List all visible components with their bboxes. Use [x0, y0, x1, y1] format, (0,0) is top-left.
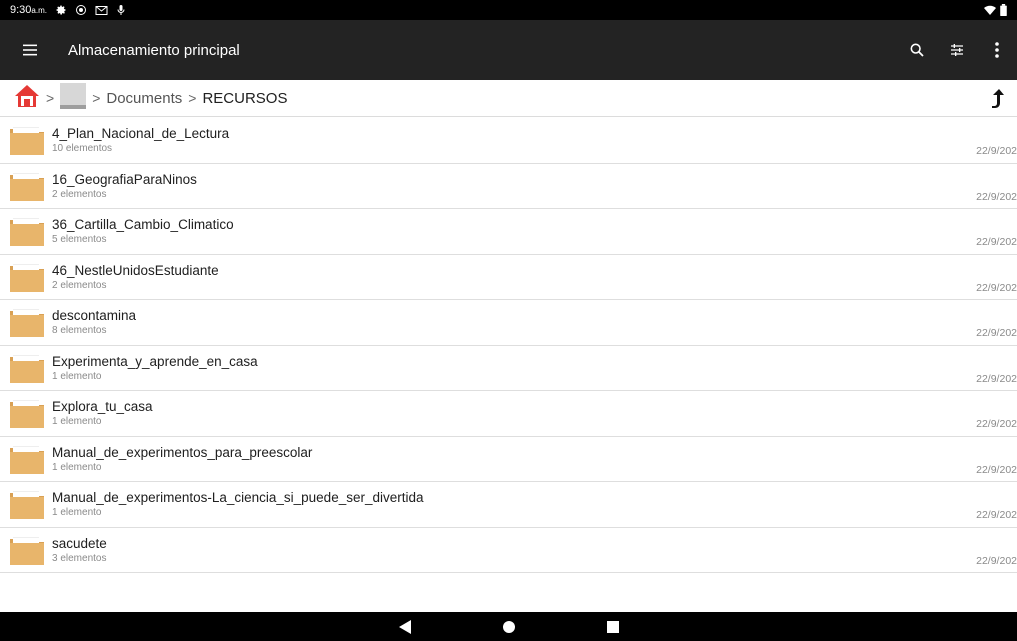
folder-date: 22/9/202 — [976, 509, 1017, 521]
folder-icon — [10, 400, 44, 429]
menu-button[interactable] — [0, 20, 60, 80]
folder-name: 4_Plan_Nacional_de_Lectura — [52, 126, 230, 142]
folder-list: 4_Plan_Nacional_de_Lectura 10 elementos … — [0, 118, 1017, 573]
status-time: 9:30a.m. — [10, 4, 47, 16]
folder-item-count: 3 elementos — [52, 552, 107, 564]
breadcrumb-separator: > — [46, 90, 55, 106]
folder-row[interactable]: descontamina 8 elementos 22/9/202 — [0, 300, 1017, 346]
folder-row[interactable]: 16_GeografiaParaNinos 2 elementos 22/9/2… — [0, 164, 1017, 209]
folder-icon — [10, 354, 44, 383]
folder-item-count: 1 elemento — [52, 370, 102, 382]
folder-date: 22/9/202 — [976, 145, 1017, 157]
more-options-button[interactable] — [977, 20, 1017, 80]
folder-item-count: 1 elemento — [52, 416, 102, 428]
folder-icon — [10, 536, 44, 565]
folder-item-count: 1 elemento — [52, 507, 102, 519]
folder-date: 22/9/202 — [976, 554, 1017, 567]
folder-row[interactable]: sacudete 3 elementos 22/9/202 — [0, 528, 1017, 573]
filter-button[interactable] — [937, 20, 977, 80]
folder-row[interactable]: 4_Plan_Nacional_de_Lectura 10 elementos … — [0, 118, 1017, 164]
back-button[interactable] — [393, 615, 417, 639]
folder-row[interactable]: Manual_de_experimentos_para_preescolar 1… — [0, 437, 1017, 482]
folder-date: 22/9/202 — [976, 372, 1017, 385]
status-bar: 9:30a.m. — [0, 0, 1017, 20]
folder-item-count: 10 elementos — [52, 143, 113, 155]
gmail-icon — [95, 5, 108, 16]
folder-name: Manual_de_experimentos-La_ciencia_si_pue… — [52, 490, 424, 506]
home-circle-icon — [502, 620, 515, 633]
home-crumb[interactable] — [14, 84, 40, 112]
gear-icon — [55, 4, 67, 16]
home-icon — [15, 85, 39, 107]
folder-icon — [10, 218, 44, 247]
folder-row[interactable]: Explora_tu_casa 1 elemento 22/9/202 — [0, 391, 1017, 437]
folder-icon — [10, 263, 44, 292]
folder-name: Explora_tu_casa — [52, 399, 153, 415]
breadcrumb-separator: > — [188, 90, 197, 106]
folder-name: Experimenta_y_aprende_en_casa — [52, 353, 258, 369]
folder-item-count: 1 elemento — [52, 461, 102, 473]
back-icon — [398, 619, 411, 634]
folder-date: 22/9/202 — [976, 236, 1017, 248]
folder-name: 16_GeografiaParaNinos — [52, 171, 197, 187]
app-bar: Almacenamiento principal — [0, 20, 1017, 80]
radio-icon — [75, 4, 87, 16]
search-icon — [910, 43, 924, 57]
folder-date: 22/9/202 — [976, 327, 1017, 339]
folder-name: sacudete — [52, 535, 107, 551]
folder-name: 46_NestleUnidosEstudiante — [52, 262, 219, 278]
drive-crumb[interactable] — [60, 83, 87, 113]
wifi-icon — [984, 5, 996, 16]
folder-row[interactable]: 36_Cartilla_Cambio_Climatico 5 elementos… — [0, 209, 1017, 255]
folder-icon — [10, 127, 44, 156]
filter-icon — [951, 44, 963, 56]
folder-row[interactable]: Manual_de_experimentos-La_ciencia_si_pue… — [0, 482, 1017, 528]
navigate-up-button[interactable] — [985, 86, 1009, 110]
folder-name: 36_Cartilla_Cambio_Climatico — [52, 217, 234, 233]
folder-item-count: 5 elementos — [52, 234, 107, 246]
folder-date: 22/9/202 — [976, 190, 1017, 203]
home-nav-button[interactable] — [497, 615, 521, 639]
folder-row[interactable]: 46_NestleUnidosEstudiante 2 elementos 22… — [0, 255, 1017, 300]
folder-item-count: 8 elementos — [52, 325, 107, 337]
menu-icon — [23, 44, 37, 56]
recents-button[interactable] — [601, 615, 625, 639]
folder-icon — [10, 309, 44, 338]
folder-item-count: 2 elementos — [52, 188, 107, 200]
page-title: Almacenamiento principal — [68, 41, 240, 59]
folder-date: 22/9/202 — [976, 281, 1017, 294]
breadcrumb: > > Documents > RECURSOS — [0, 80, 1017, 117]
recents-icon — [606, 620, 619, 633]
mic-icon — [116, 4, 126, 16]
battery-icon — [1000, 4, 1007, 16]
search-button[interactable] — [897, 20, 937, 80]
folder-icon — [10, 172, 44, 201]
folder-name: descontamina — [52, 308, 137, 324]
folder-row[interactable]: Experimenta_y_aprende_en_casa 1 elemento… — [0, 346, 1017, 391]
breadcrumb-recursos[interactable]: RECURSOS — [202, 90, 287, 107]
breadcrumb-documents[interactable]: Documents — [106, 90, 182, 107]
folder-icon — [10, 491, 44, 520]
folder-date: 22/9/202 — [976, 418, 1017, 430]
breadcrumb-separator: > — [92, 90, 101, 106]
more-vert-icon — [995, 42, 999, 58]
folder-date: 22/9/202 — [976, 463, 1017, 476]
folder-name: Manual_de_experimentos_para_preescolar — [52, 444, 313, 460]
folder-icon — [10, 445, 44, 474]
folder-item-count: 2 elementos — [52, 279, 107, 291]
navigation-bar — [0, 612, 1017, 641]
up-arrow-icon — [992, 89, 1004, 108]
drive-icon — [60, 83, 87, 109]
